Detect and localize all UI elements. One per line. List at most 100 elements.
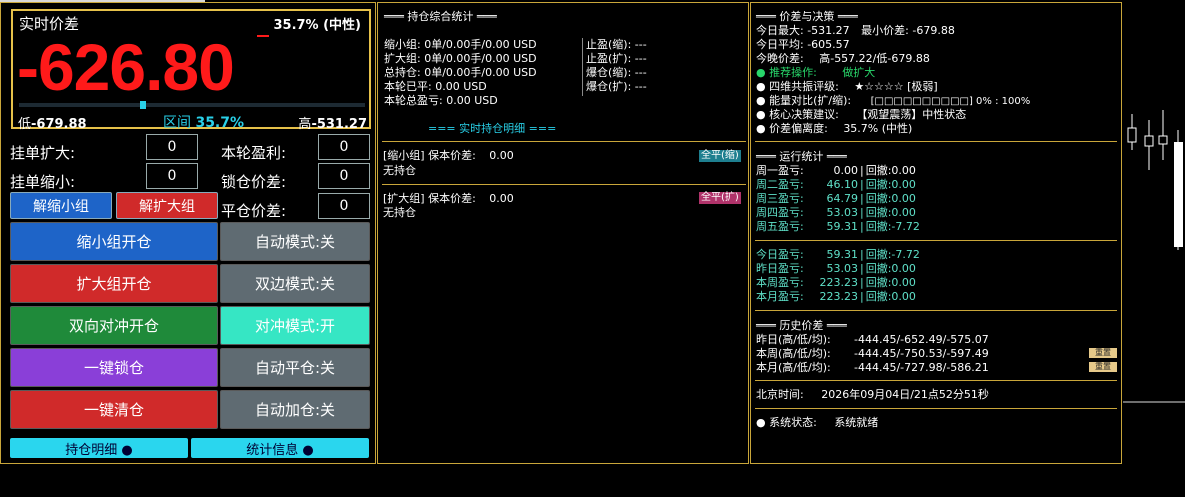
lock-all-button[interactable]: 一键锁仓 (10, 348, 218, 387)
decision-title: ═══ 价差与决策 ═══ (756, 10, 858, 23)
pnl-row: 周一盈亏: 0.00 | 回撤:0.00 (756, 164, 920, 178)
pnl-day: 今日盈亏: (756, 248, 804, 261)
pnl-row: 昨日盈亏: 53.03 | 回撤:0.00 (756, 262, 920, 276)
pending-expand-label: 挂单扩大: (10, 144, 76, 162)
separator: | (860, 192, 864, 205)
system-status-label: ● 系统状态: (756, 416, 817, 429)
pnl-value: 59.31 (826, 220, 859, 233)
pnl-drawdown: 回撤:0.00 (865, 164, 916, 177)
history-label: 本周(高/低/均): (756, 347, 831, 360)
pnl-drawdown: 回撤:0.00 (865, 178, 916, 191)
pnl-day: 周四盈亏: (756, 206, 804, 219)
today-average: 今日平均: -605.57 (756, 38, 850, 51)
clear-all-button[interactable]: 一键清仓 (10, 390, 218, 429)
lock-spread-input[interactable]: 0 (318, 163, 370, 189)
realtime-detail-title: === 实时持仓明细 === (428, 122, 557, 135)
history-row: 昨日(高/低/均): -444.45/-652.49/-575.07 (756, 333, 989, 347)
position-stats-panel: ═══ 持仓综合统计 ═══ 缩小组: 0单/0.00手/0.00 USD 扩大… (377, 2, 749, 464)
stat-line: 扩大组: 0单/0.00手/0.00 USD (384, 52, 537, 65)
pnl-day: 周五盈亏: (756, 220, 804, 233)
tp-liquidation-list: 止盈(缩): --- 止盈(扩): --- 爆仓(缩): --- 爆仓(扩): … (586, 38, 647, 94)
open-small-group-button[interactable]: 缩小组开仓 (10, 222, 218, 261)
pending-expand-input[interactable]: 0 (146, 134, 198, 160)
history-value: -444.45/-727.98/-586.21 (854, 361, 989, 374)
auto-close-toggle[interactable]: 自动平仓:关 (220, 348, 370, 387)
spread-marker (257, 35, 269, 37)
lock-spread-label: 锁仓价差: (221, 173, 287, 191)
energy-value: [□□□□□□□□□□] 0% : 100% (870, 96, 1031, 107)
auto-add-toggle[interactable]: 自动加仓:关 (220, 390, 370, 429)
tonight-label: 今晚价差: (756, 52, 804, 65)
history-label: 本月(高/低/均): (756, 361, 831, 374)
history-row: 本月(高/低/均): -444.45/-727.98/-586.21 (756, 361, 989, 375)
pnl-row: 本周盈亏: 223.23 | 回撤:0.00 (756, 276, 920, 290)
candle (1144, 135, 1154, 147)
stat-line: 爆仓(扩): --- (586, 80, 647, 93)
pnl-value: 53.03 (826, 262, 859, 275)
pnl-value: 223.23 (819, 290, 859, 303)
pnl-day: 周一盈亏: (756, 164, 804, 177)
close-spread-label: 平仓价差: (221, 202, 287, 220)
history-label: 昨日(高/低/均): (756, 333, 831, 346)
hedge-mode-toggle[interactable]: 对冲模式:开 (220, 306, 370, 345)
run-stats-title: ═══ 运行统计 ═══ (756, 150, 847, 163)
pnl-row: 周四盈亏: 53.03 | 回撤:0.00 (756, 206, 920, 220)
reset-month-button[interactable]: 重置 (1089, 362, 1117, 372)
separator: | (860, 220, 864, 233)
small-group-label: [缩小组] 保本价差: (383, 149, 476, 162)
pnl-value: 0.00 (833, 164, 859, 177)
spread-deviation: ● 价差偏离度: 35.7% (中性) (756, 122, 912, 136)
divider (382, 184, 746, 185)
core-advice: ● 核心决策建议: 【观望震荡】中性状态 (756, 108, 966, 122)
tab-statistics[interactable]: 统计信息 ● (191, 438, 369, 458)
beijing-time-value: 2026年09月04日/21点52分51秒 (821, 388, 989, 401)
close-spread-input[interactable]: 0 (318, 193, 370, 219)
round-profit-input[interactable]: 0 (318, 134, 370, 160)
stat-line: 止盈(扩): --- (586, 52, 647, 65)
pnl-value: 64.79 (826, 192, 859, 205)
pnl-drawdown: 回撤:-7.72 (865, 248, 920, 261)
small-group-value: 0.00 (489, 149, 514, 162)
history-spread-list: 昨日(高/低/均): -444.45/-652.49/-575.07 本周(高/低/… (756, 333, 989, 375)
close-all-small-button[interactable]: 全平(缩) (699, 150, 741, 162)
energy-label: ● 能量对比(扩/缩): (756, 94, 852, 107)
pnl-drawdown: 回撤:-7.72 (865, 220, 920, 233)
pnl-row: 本月盈亏: 223.23 | 回撤:0.00 (756, 290, 920, 304)
hedge-open-button[interactable]: 双向对冲开仓 (10, 306, 218, 345)
pending-shrink-label: 挂单缩小: (10, 173, 76, 191)
unlock-small-group-button[interactable]: 解缩小组 (10, 192, 112, 219)
deviation-label: ● 价差偏离度: (756, 122, 828, 135)
close-all-big-button[interactable]: 全平(扩) (699, 192, 741, 204)
small-group-empty: 无持仓 (383, 164, 416, 177)
pnl-day: 周三盈亏: (756, 192, 804, 205)
resonance-rating: ● 四维共振评级: ★☆☆☆☆ [极弱] (756, 80, 938, 94)
energy-ratio: ● 能量对比(扩/缩): [□□□□□□□□□□] 0% : 100% (756, 94, 1030, 109)
beijing-time-label: 北京时间: (756, 388, 804, 401)
pending-shrink-input[interactable]: 0 (146, 163, 198, 189)
open-big-group-button[interactable]: 扩大组开仓 (10, 264, 218, 303)
dual-mode-toggle[interactable]: 双边模式:关 (220, 264, 370, 303)
candle (1127, 127, 1137, 143)
position-stats-list: 缩小组: 0单/0.00手/0.00 USD 扩大组: 0单/0.00手/0.0… (384, 38, 537, 108)
pnl-drawdown: 回撤:0.00 (865, 290, 916, 303)
pnl-day: 本月盈亏: (756, 290, 804, 303)
position-stats-title: ═══ 持仓综合统计 ═══ (384, 10, 497, 23)
history-row: 本周(高/低/均): -444.45/-750.53/-597.49 (756, 347, 989, 361)
pnl-drawdown: 回撤:0.00 (865, 192, 916, 205)
reset-week-button[interactable]: 重置 (1089, 348, 1117, 358)
tab-position-details[interactable]: 持仓明细 ● (10, 438, 188, 458)
spread-decision-panel: ═══ 价差与决策 ═══ 今日最大: -531.27 最小价差: -679.8… (750, 2, 1122, 464)
big-group-label: [扩大组] 保本价差: (383, 192, 476, 205)
range-value: 35.7% (195, 115, 245, 131)
candle (1174, 142, 1183, 247)
auto-mode-toggle[interactable]: 自动模式:关 (220, 222, 370, 261)
round-profit-label: 本轮盈利: (221, 144, 287, 162)
separator: | (860, 290, 864, 303)
divider (755, 310, 1117, 311)
high-readout: 高-531.27 (298, 113, 367, 132)
separator: | (860, 164, 864, 177)
unlock-big-group-button[interactable]: 解扩大组 (116, 192, 218, 219)
weekday-pnl-list: 周一盈亏: 0.00 | 回撤:0.00 周二盈亏: 46.10 | 回撤:0.00 周三盈亏:… (756, 164, 920, 234)
divider (755, 408, 1117, 409)
core-advice-value: 【观望震荡】中性状态 (856, 108, 967, 121)
